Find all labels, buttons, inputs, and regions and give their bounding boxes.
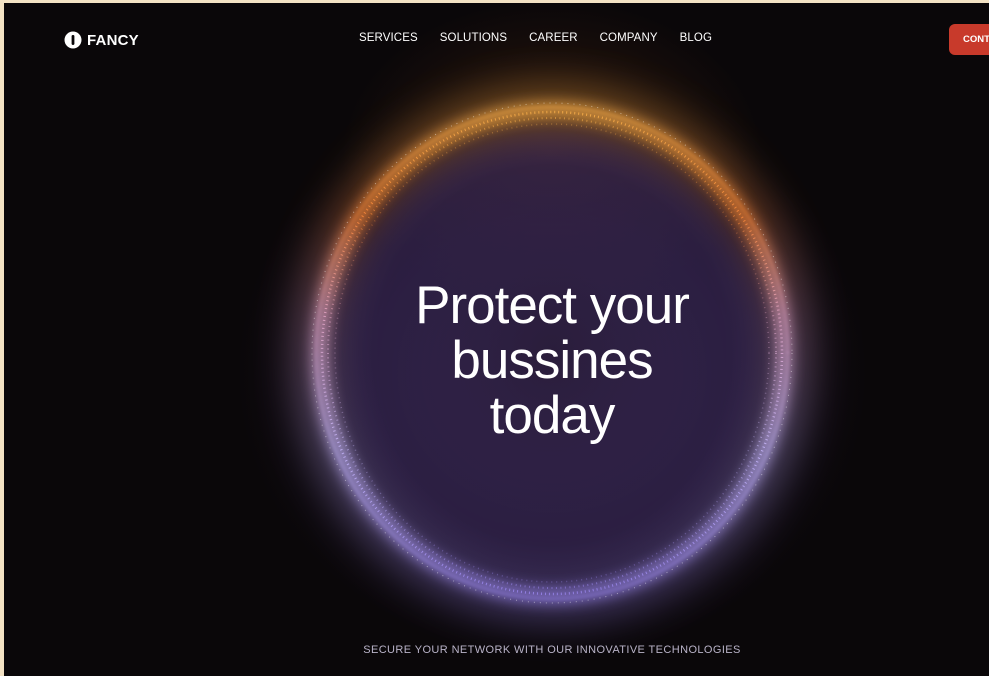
nav-item-career[interactable]: CAREER (529, 32, 578, 44)
headline-line-2: bussines (451, 331, 653, 390)
nav-item-company[interactable]: COMPANY (600, 32, 658, 44)
fancy-logo-icon (64, 31, 82, 49)
headline-line-3: today (489, 386, 616, 445)
brand-name: FANCY (87, 31, 139, 49)
headline-line-1: Protect your (415, 276, 690, 335)
main-nav: SERVICES SOLUTIONS CAREER COMPANY BLOG (359, 32, 734, 44)
hero-tagline: SECURE YOUR NETWORK WITH OUR INNOVATIVE … (363, 644, 741, 656)
nav-item-solutions[interactable]: SOLUTIONS (440, 32, 507, 44)
contact-button[interactable]: CONT (949, 24, 989, 55)
nav-item-services[interactable]: SERVICES (359, 32, 418, 44)
brand-logo[interactable]: FANCY (64, 31, 139, 49)
landing-page: FANCY SERVICES SOLUTIONS CAREER COMPANY … (4, 3, 989, 676)
hero-headline: Protect your bussines today (304, 278, 800, 443)
nav-item-blog[interactable]: BLOG (680, 32, 712, 44)
